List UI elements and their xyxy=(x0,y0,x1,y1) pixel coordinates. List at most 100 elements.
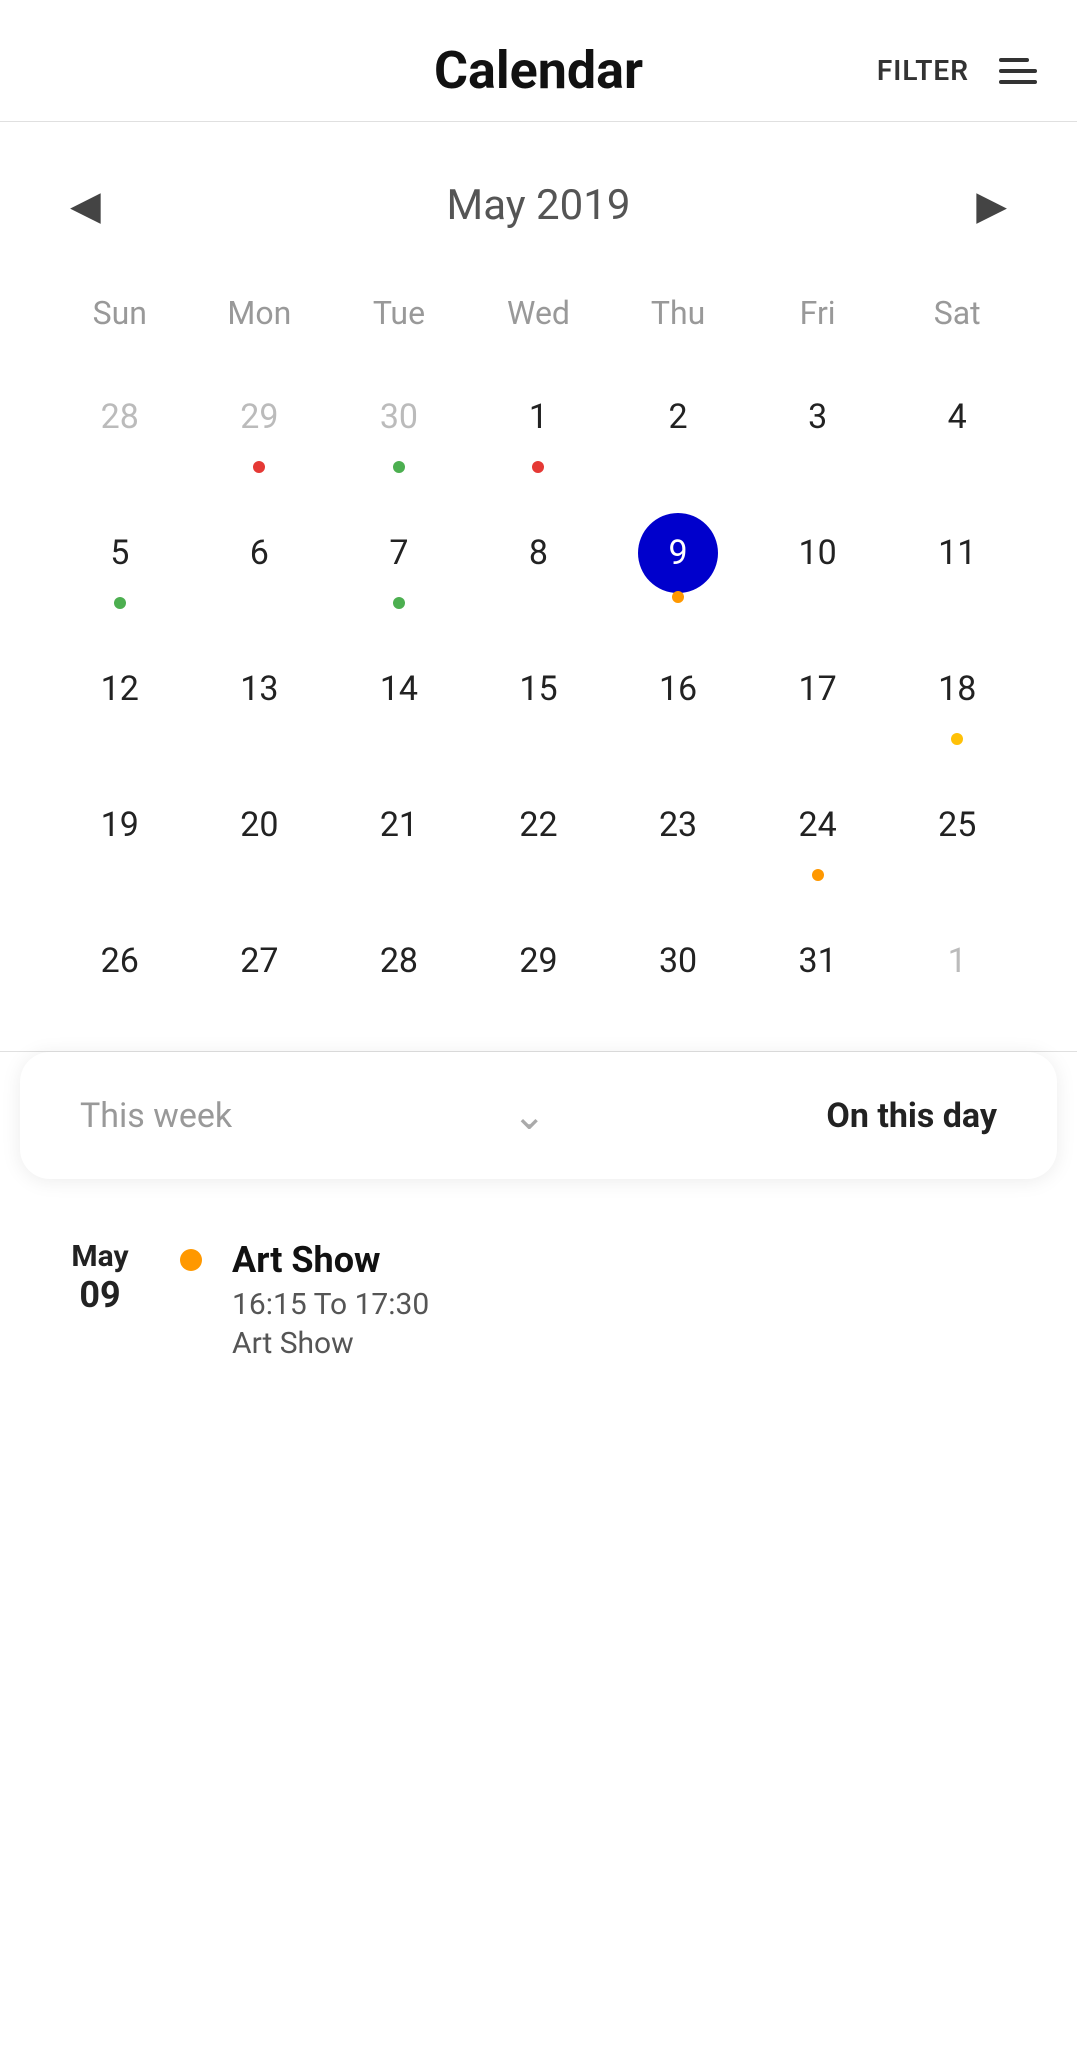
day-cell[interactable]: 18 xyxy=(887,629,1027,765)
this-week-label[interactable]: This week xyxy=(80,1096,232,1136)
prev-month-button[interactable]: ◀ xyxy=(60,172,111,239)
day-cell[interactable]: 21 xyxy=(329,765,469,901)
event-month: May xyxy=(50,1239,150,1274)
day-cell[interactable]: 11 xyxy=(887,493,1027,629)
day-number: 12 xyxy=(80,649,160,729)
weekday-label: Fri xyxy=(748,279,888,347)
day-number: 3 xyxy=(778,377,858,457)
day-number: 5 xyxy=(80,513,160,593)
day-number: 20 xyxy=(219,785,299,865)
day-cell[interactable]: 27 xyxy=(190,901,330,1021)
day-number: 6 xyxy=(219,513,299,593)
day-number: 9 xyxy=(638,513,718,593)
day-cell[interactable]: 22 xyxy=(469,765,609,901)
day-number: 18 xyxy=(917,649,997,729)
day-cell[interactable]: 20 xyxy=(190,765,330,901)
event-dot-indicator xyxy=(532,461,544,473)
days-grid: 2829301234567891011121314151617181920212… xyxy=(50,357,1027,1021)
day-cell[interactable]: 1 xyxy=(887,901,1027,1021)
day-number: 26 xyxy=(80,921,160,1001)
day-cell[interactable]: 5 xyxy=(50,493,190,629)
menu-line-2 xyxy=(999,69,1037,73)
day-cell[interactable]: 12 xyxy=(50,629,190,765)
day-number: 1 xyxy=(498,377,578,457)
day-number: 29 xyxy=(219,377,299,457)
day-number: 14 xyxy=(359,649,439,729)
day-cell[interactable]: 9 xyxy=(608,493,748,629)
day-cell[interactable]: 26 xyxy=(50,901,190,1021)
event-title: Art Show xyxy=(232,1239,1027,1281)
day-cell[interactable]: 3 xyxy=(748,357,888,493)
weekday-label: Sat xyxy=(887,279,1027,347)
day-number: 31 xyxy=(778,921,858,1001)
day-number: 30 xyxy=(638,921,718,1001)
day-number: 29 xyxy=(498,921,578,1001)
event-description: Art Show xyxy=(232,1326,1027,1361)
day-cell[interactable]: 13 xyxy=(190,629,330,765)
day-cell[interactable]: 30 xyxy=(329,357,469,493)
day-cell[interactable]: 15 xyxy=(469,629,609,765)
day-cell[interactable]: 14 xyxy=(329,629,469,765)
month-title: May 2019 xyxy=(447,181,631,230)
weekday-label: Mon xyxy=(190,279,330,347)
filter-bar: This week ⌄ On this day xyxy=(20,1052,1057,1179)
event-details: Art Show 16:15 To 17:30 Art Show xyxy=(232,1239,1027,1361)
day-number: 17 xyxy=(778,649,858,729)
event-dot-indicator xyxy=(114,597,126,609)
page-title: Calendar xyxy=(434,40,643,101)
day-cell[interactable]: 28 xyxy=(50,357,190,493)
event-item[interactable]: May09 Art Show 16:15 To 17:30 Art Show xyxy=(50,1219,1027,1381)
event-dot-indicator xyxy=(393,461,405,473)
day-cell[interactable]: 8 xyxy=(469,493,609,629)
day-cell[interactable]: 23 xyxy=(608,765,748,901)
event-dot-indicator xyxy=(253,461,265,473)
event-time: 16:15 To 17:30 xyxy=(232,1287,1027,1322)
events-section: May09 Art Show 16:15 To 17:30 Art Show xyxy=(0,1179,1077,1421)
filter-button[interactable]: FILTER xyxy=(877,54,969,87)
calendar-container: ◀ May 2019 ▶ SunMonTueWedThuFriSat 28293… xyxy=(0,122,1077,1051)
day-cell[interactable]: 2 xyxy=(608,357,748,493)
weekdays-row: SunMonTueWedThuFriSat xyxy=(50,279,1027,347)
day-number: 4 xyxy=(917,377,997,457)
day-number: 28 xyxy=(359,921,439,1001)
day-cell[interactable]: 25 xyxy=(887,765,1027,901)
day-number: 24 xyxy=(778,785,858,865)
day-cell[interactable]: 24 xyxy=(748,765,888,901)
chevron-down-icon[interactable]: ⌄ xyxy=(512,1092,546,1139)
next-month-button[interactable]: ▶ xyxy=(966,172,1017,239)
month-nav: ◀ May 2019 ▶ xyxy=(50,152,1027,259)
event-day-number: 09 xyxy=(50,1274,150,1316)
day-cell[interactable]: 29 xyxy=(469,901,609,1021)
day-cell[interactable]: 29 xyxy=(190,357,330,493)
day-cell[interactable]: 19 xyxy=(50,765,190,901)
day-number: 19 xyxy=(80,785,160,865)
day-number: 28 xyxy=(80,377,160,457)
header-actions: FILTER xyxy=(877,54,1037,87)
day-cell[interactable]: 28 xyxy=(329,901,469,1021)
day-number: 1 xyxy=(917,921,997,1001)
event-dot-indicator xyxy=(951,733,963,745)
day-cell[interactable]: 30 xyxy=(608,901,748,1021)
day-cell[interactable]: 31 xyxy=(748,901,888,1021)
day-cell[interactable]: 4 xyxy=(887,357,1027,493)
menu-line-1 xyxy=(999,58,1029,62)
day-cell[interactable]: 16 xyxy=(608,629,748,765)
weekday-label: Thu xyxy=(608,279,748,347)
day-number: 10 xyxy=(778,513,858,593)
day-number: 22 xyxy=(498,785,578,865)
event-dot-indicator xyxy=(393,597,405,609)
day-cell[interactable]: 6 xyxy=(190,493,330,629)
event-color-dot xyxy=(180,1249,202,1271)
day-cell[interactable]: 10 xyxy=(748,493,888,629)
day-cell[interactable]: 1 xyxy=(469,357,609,493)
header: Calendar FILTER xyxy=(0,0,1077,122)
day-number: 16 xyxy=(638,649,718,729)
on-this-day-label[interactable]: On this day xyxy=(826,1096,997,1136)
day-number: 8 xyxy=(498,513,578,593)
day-cell[interactable]: 17 xyxy=(748,629,888,765)
weekday-label: Sun xyxy=(50,279,190,347)
day-cell[interactable]: 7 xyxy=(329,493,469,629)
day-number: 21 xyxy=(359,785,439,865)
day-number: 15 xyxy=(498,649,578,729)
menu-icon[interactable] xyxy=(999,58,1037,84)
